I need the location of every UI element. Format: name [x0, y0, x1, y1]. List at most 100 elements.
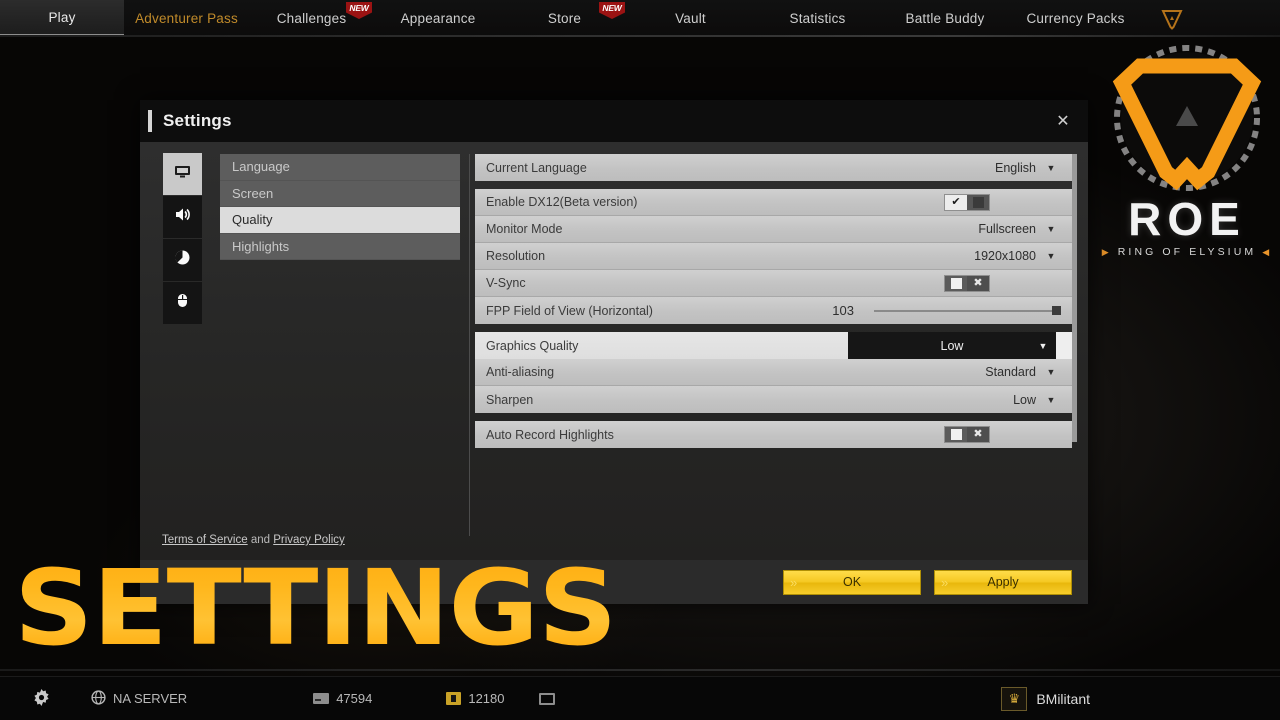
chevron-down-icon[interactable]: ▼: [1046, 251, 1056, 261]
chevron-down-icon[interactable]: ▼: [1046, 163, 1056, 173]
ok-button-label: OK: [842, 575, 862, 589]
apply-button[interactable]: » Apply: [934, 569, 1072, 595]
option-label: V-Sync: [486, 276, 526, 290]
nav-item-challenges[interactable]: Challenges NEW: [249, 0, 374, 37]
settings-category-list: Language Screen Quality Highlights: [220, 154, 460, 260]
option-row-enable-dx12[interactable]: Enable DX12(Beta version) ✔: [475, 189, 1072, 216]
toggle-enable-dx12[interactable]: ✔: [944, 193, 990, 211]
category-label: Quality: [232, 212, 273, 228]
options-scrollbar-thumb[interactable]: [1056, 332, 1072, 359]
speaker-icon: [173, 205, 192, 229]
nav-item-store[interactable]: Store NEW: [502, 0, 627, 37]
nav-item-play[interactable]: Play: [0, 0, 124, 37]
ticket-icon: [446, 692, 462, 705]
category-quality[interactable]: Quality: [220, 207, 460, 234]
option-label: Current Language: [486, 160, 587, 175]
roe-wordmark: ROE: [1128, 193, 1246, 245]
nav-item-adventurer-pass[interactable]: Adventurer Pass: [124, 0, 249, 37]
option-row-monitor-mode[interactable]: Monitor Mode Fullscreen ▼: [475, 216, 1072, 243]
new-badge-icon: NEW: [599, 2, 625, 19]
title-accent-bar: [148, 110, 152, 132]
option-row-auto-record-highlights[interactable]: Auto Record Highlights ✖: [475, 421, 1072, 448]
option-row-current-language[interactable]: Current Language English ▼: [475, 154, 1072, 181]
nav-item-statistics[interactable]: Statistics: [754, 0, 881, 37]
option-label: FPP Field of View (Horizontal): [486, 303, 653, 318]
chevron-right-icon: »: [790, 574, 797, 590]
nav-underline: [0, 35, 1280, 37]
chevron-down-icon[interactable]: ▼: [1046, 224, 1056, 234]
chevron-down-icon[interactable]: ▼: [1046, 395, 1056, 405]
option-row-anti-aliasing[interactable]: Anti-aliasing Standard ▼: [475, 359, 1072, 386]
option-value: 1920x1080: [974, 249, 1036, 263]
bottom-status-bar: NA SERVER 47594 12180 ♛ BMilitant: [0, 669, 1280, 720]
nav-label: Currency Packs: [1026, 11, 1125, 26]
settings-gear-icon[interactable]: [32, 688, 51, 710]
option-value: Standard: [985, 365, 1036, 379]
option-value: Fullscreen: [978, 222, 1036, 236]
terms-of-service-link[interactable]: Terms of Service: [162, 534, 248, 546]
slider-track[interactable]: [874, 305, 1061, 315]
toggle-vsync[interactable]: ✖: [944, 274, 990, 292]
option-row-vsync[interactable]: V-Sync ✖: [475, 270, 1072, 297]
globe-icon: [91, 689, 106, 708]
fov-slider[interactable]: 103: [814, 303, 1061, 318]
option-row-graphics-quality[interactable]: Graphics Quality Low ▼: [475, 332, 1072, 359]
option-row-resolution[interactable]: Resolution 1920x1080 ▼: [475, 243, 1072, 270]
roe-emblem-icon: [1098, 44, 1276, 200]
dialog-title: Settings: [163, 111, 232, 130]
monitor-icon: [173, 162, 192, 186]
option-group-quality: Graphics Quality Low ▼ Anti-aliasing Sta…: [475, 332, 1072, 413]
option-group-language: Current Language English ▼: [475, 154, 1072, 181]
option-value: Low: [1013, 392, 1036, 407]
option-label: Monitor Mode: [486, 222, 563, 236]
rail-item-audio[interactable]: [163, 196, 202, 238]
settings-icon-rail: [163, 153, 202, 325]
chevron-down-icon[interactable]: ▼: [1038, 341, 1048, 351]
mail-button[interactable]: [538, 692, 555, 705]
ok-button[interactable]: » OK: [783, 569, 921, 595]
roe-tagline-text: RING OF ELYSIUM: [1117, 246, 1257, 258]
nav-item-vault[interactable]: Vault: [627, 0, 754, 37]
option-row-sharpen[interactable]: Sharpen Low ▼: [475, 386, 1072, 413]
panel-divider: [469, 154, 470, 536]
nav-item-emblem[interactable]: [1142, 0, 1202, 37]
nav-item-currency-packs[interactable]: Currency Packs: [1009, 0, 1142, 37]
settings-options-panel: Current Language English ▼ Enable DX12(B…: [475, 154, 1072, 456]
ticket-balance[interactable]: 12180: [446, 691, 505, 706]
graphics-quality-dropdown[interactable]: Low ▼: [848, 332, 1056, 359]
category-label: Screen: [232, 185, 274, 201]
toggle-auto-record-highlights[interactable]: ✖: [944, 426, 990, 443]
option-row-fov[interactable]: FPP Field of View (Horizontal) 103: [475, 297, 1072, 324]
category-label: Language: [232, 159, 290, 175]
nav-label: Statistics: [789, 11, 846, 26]
nav-label: Store: [547, 11, 582, 26]
chevron-down-icon[interactable]: ▼: [1046, 367, 1056, 377]
close-icon[interactable]: ✕: [1050, 108, 1076, 134]
settings-dialog: Settings ✕ Language Screen Quality Highl…: [140, 100, 1088, 604]
top-navigation: Play Adventurer Pass Challenges NEW Appe…: [0, 0, 1280, 37]
nav-item-appearance[interactable]: Appearance: [374, 0, 502, 37]
rail-item-gameplay[interactable]: [163, 239, 202, 281]
toggle-off-side: ✖: [967, 275, 989, 291]
slider-knob[interactable]: [1052, 305, 1061, 315]
rail-item-controls[interactable]: [163, 282, 202, 324]
server-indicator[interactable]: NA SERVER: [91, 689, 187, 708]
category-screen[interactable]: Screen: [220, 180, 460, 207]
category-label: Highlights: [232, 238, 290, 254]
category-highlights[interactable]: Highlights: [220, 233, 460, 260]
terms-links: Terms of Service and Privacy Policy: [162, 534, 345, 546]
fov-value: 103: [832, 303, 854, 318]
apply-button-label: Apply: [987, 575, 1019, 589]
player-profile[interactable]: ♛ BMilitant: [1001, 686, 1090, 711]
privacy-policy-link[interactable]: Privacy Policy: [273, 534, 345, 546]
triangle-left-icon: ◀: [1262, 246, 1273, 257]
coin-balance[interactable]: 47594: [313, 691, 372, 706]
option-value: Low: [940, 338, 964, 353]
nav-item-battle-buddy[interactable]: Battle Buddy: [881, 0, 1009, 37]
options-scrollbar-track[interactable]: [1072, 154, 1077, 442]
coin-icon: [313, 693, 330, 704]
roe-logo: ROE ▶ RING OF ELYSIUM ◀: [1098, 44, 1276, 272]
rail-item-display[interactable]: [163, 153, 202, 195]
option-label: Sharpen: [486, 392, 534, 407]
category-language[interactable]: Language: [220, 154, 460, 181]
